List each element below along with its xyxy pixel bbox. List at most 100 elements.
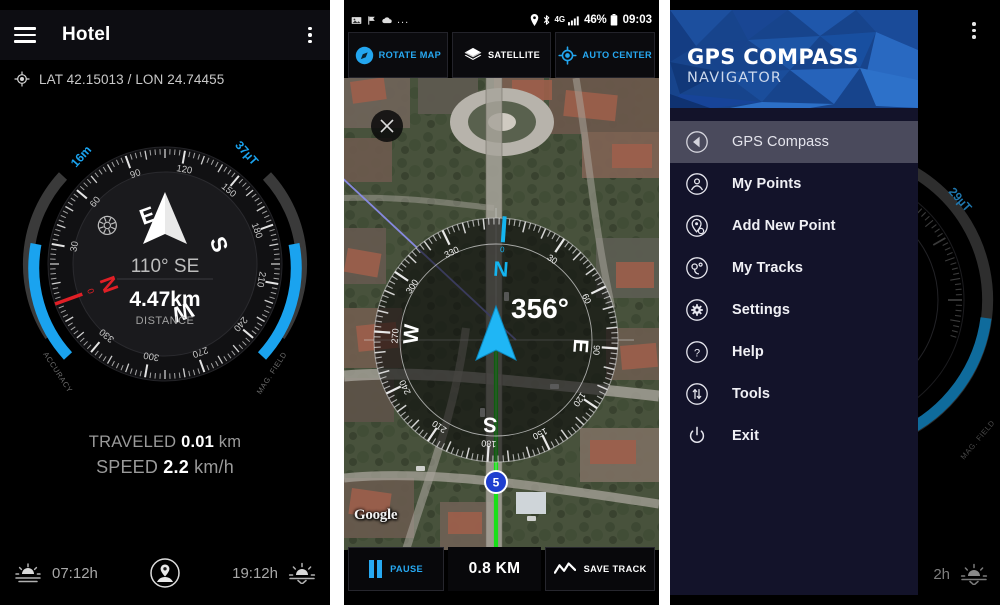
- gear-icon: [682, 295, 712, 325]
- magfield-value: 37µT: [232, 138, 261, 168]
- save-track-button[interactable]: SAVE TRACK: [545, 547, 656, 591]
- accuracy-label: ACCURACY: [41, 350, 74, 394]
- app-title: GPS COMPASS: [687, 45, 859, 69]
- drawer-title-block: GPS COMPASS NAVIGATOR: [687, 45, 859, 86]
- satellite-label: SATELLITE: [487, 50, 541, 60]
- status-clock: 09:03: [622, 14, 652, 26]
- svg-text:?: ?: [694, 347, 700, 359]
- compass-arrow-icon: [682, 127, 712, 157]
- map-canvas: 306090120150180210240270300330 0 N E S W…: [344, 78, 659, 550]
- battery-percent: 46%: [584, 14, 607, 26]
- image-icon: [351, 16, 362, 24]
- map-heading-text: 356°: [511, 293, 569, 324]
- question-mark-icon: ?: [682, 337, 712, 367]
- svg-text:5: 5: [493, 476, 500, 490]
- magfield-label: MAG. FIELD: [255, 350, 289, 396]
- navigation-drawer: GPS COMPASS NAVIGATOR GPS Compass My Poi…: [670, 10, 918, 595]
- status-bar: ... 4G 46% 09:03: [344, 10, 659, 30]
- power-icon: [682, 421, 712, 451]
- flag-icon: [368, 15, 375, 25]
- arrows-updown-icon: [682, 379, 712, 409]
- my-points-icon: [682, 169, 712, 199]
- panel-map-navigation: ... 4G 46% 09:03 ROTATE MAP SATELLITE AU…: [344, 0, 659, 605]
- app-subtitle: NAVIGATOR: [687, 70, 783, 86]
- drawer-item-settings[interactable]: Settings: [670, 289, 918, 331]
- speed-label: SPEED: [96, 457, 159, 477]
- more-dots-icon: ...: [397, 14, 410, 26]
- layers-icon: [464, 47, 482, 60]
- close-x-icon[interactable]: [371, 110, 403, 142]
- drawer-label: My Points: [732, 176, 802, 192]
- location-pin-icon: [531, 14, 539, 26]
- coordinates-text: LAT 42.15013 / LON 24.74455: [39, 71, 225, 87]
- page-title: Hotel: [62, 24, 111, 45]
- heading-text: 110° SE: [131, 256, 200, 277]
- sunrise-icon: [15, 563, 41, 583]
- distance-readout: 0.8 KM: [447, 547, 542, 591]
- speed-stat: SPEED 2.2 km/h: [0, 455, 330, 480]
- distance-value: 0.8 KM: [468, 560, 521, 577]
- drawer-item-add-new-point[interactable]: Add New Point: [670, 205, 918, 247]
- drawer-item-my-points[interactable]: My Points: [670, 163, 918, 205]
- speed-value: 2.2: [163, 457, 189, 477]
- google-watermark: Google: [354, 507, 398, 523]
- track-line-icon: [553, 562, 576, 574]
- drawer-item-exit[interactable]: Exit: [670, 415, 918, 457]
- gps-target-icon: [14, 71, 30, 87]
- satellite-map[interactable]: 30 60 90 120 150 180 210 240 270 300 330 0 N E S W…: [344, 78, 659, 550]
- track-control-bar: PAUSE 0.8 KM SAVE TRACK: [348, 547, 656, 591]
- auto-center-label: AUTO CENTER: [582, 50, 652, 60]
- drawer-label: Help: [732, 344, 764, 360]
- auto-center-button[interactable]: AUTO CENTER: [555, 32, 656, 78]
- degree-tick-label: 90: [591, 345, 602, 356]
- distance-label: DISTANCE: [136, 315, 195, 327]
- drawer-label: Tools: [732, 386, 771, 402]
- pause-button[interactable]: PAUSE: [348, 547, 444, 591]
- save-track-label: SAVE TRACK: [583, 564, 647, 574]
- location-person-icon[interactable]: [148, 556, 182, 590]
- sunrise-time: 07:12h: [52, 564, 98, 582]
- kebab-menu-icon[interactable]: [972, 22, 976, 39]
- drawer-header: GPS COMPASS NAVIGATOR: [670, 10, 918, 108]
- hamburger-icon[interactable]: [14, 27, 36, 43]
- bluetooth-icon: [544, 15, 550, 25]
- drawer-label: My Tracks: [732, 260, 804, 276]
- map-controls-row: ROTATE MAP SATELLITE AUTO CENTER: [348, 32, 656, 78]
- kebab-menu-icon[interactable]: [304, 23, 316, 48]
- traveled-label: TRAVELED: [88, 433, 177, 451]
- drawer-item-gps-compass[interactable]: GPS Compass: [670, 121, 918, 163]
- accuracy-value: 16m: [68, 143, 94, 170]
- compass-dial[interactable]: 16m 37µT ACCURACY MAG. FIELD 0 N E S W 3…: [17, 116, 313, 412]
- drawer-item-tools[interactable]: Tools: [670, 373, 918, 415]
- map-cardinal-n: N: [493, 258, 510, 282]
- cloud-icon: [382, 16, 392, 23]
- sunset-icon: [288, 562, 316, 584]
- compass-icon: [355, 46, 373, 64]
- app-bar: Hotel: [0, 10, 330, 60]
- drawer-divider: [670, 108, 918, 121]
- traveled-value: 0.01: [181, 433, 214, 451]
- satellite-button[interactable]: SATELLITE: [451, 32, 552, 78]
- panel-navigation-drawer: 29µT MAG. FIELD 8: [670, 0, 1000, 605]
- add-point-icon: [682, 211, 712, 241]
- trip-stats: TRAVELED 0.01 km SPEED 2.2 km/h: [0, 430, 330, 480]
- map-cardinal-w: W: [400, 323, 424, 345]
- drawer-label: Exit: [732, 428, 759, 444]
- speed-unit: km/h: [194, 457, 234, 477]
- drawer-label: Add New Point: [732, 218, 836, 234]
- traveled-unit: km: [218, 433, 242, 451]
- coordinates-bar: LAT 42.15013 / LON 24.74455: [0, 60, 330, 98]
- pause-icon: [368, 560, 383, 578]
- degree-tick-label: 180: [481, 438, 497, 449]
- bg-magfield-label: MAG. FIELD: [959, 418, 997, 461]
- drawer-item-my-tracks[interactable]: My Tracks: [670, 247, 918, 289]
- pause-label: PAUSE: [390, 564, 424, 574]
- screenshot-root: Hotel LAT 42.15013 / LON 24.74455 16m 37: [0, 0, 1000, 605]
- rotate-map-button[interactable]: ROTATE MAP: [348, 32, 448, 78]
- rotate-map-label: ROTATE MAP: [378, 50, 442, 60]
- battery-icon: [610, 14, 617, 26]
- road-shield-marker: 5: [484, 470, 508, 494]
- sunset-time: 19:12h: [232, 564, 278, 582]
- bottom-bar: 07:12h 19:12h: [0, 549, 330, 597]
- drawer-item-help[interactable]: ? Help: [670, 331, 918, 373]
